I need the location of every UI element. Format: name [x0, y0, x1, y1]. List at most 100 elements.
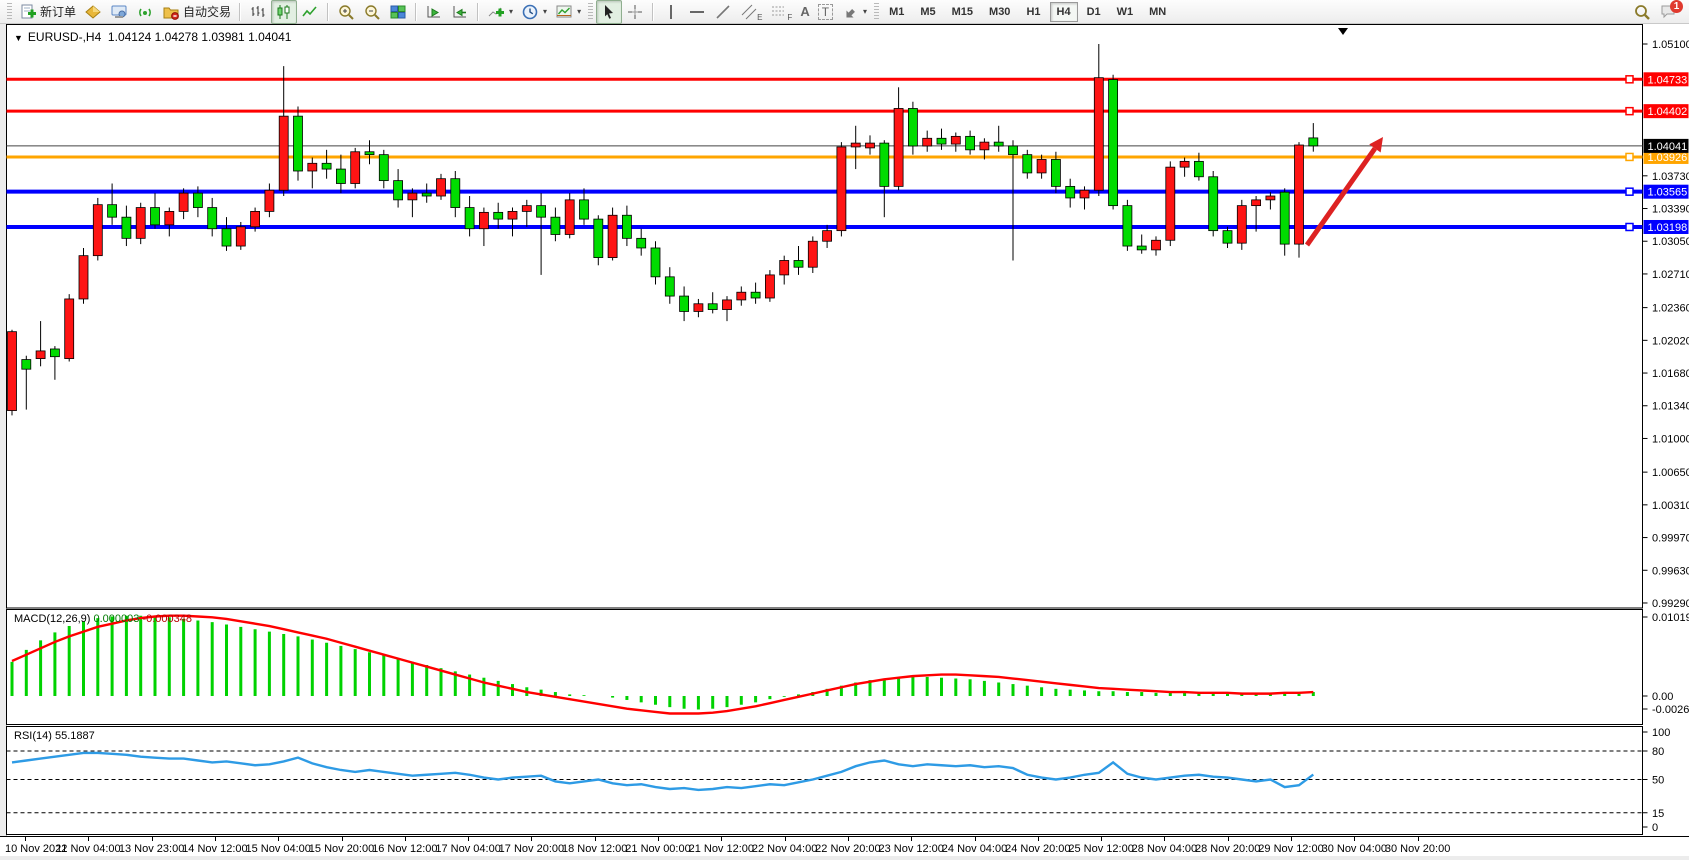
level-price-badge-label: 1.03926	[1648, 152, 1688, 164]
indicators-button[interactable]: ▾	[483, 0, 517, 24]
trendline-icon	[714, 3, 732, 21]
auto-scroll-button[interactable]	[447, 0, 473, 24]
time-label: 11 Nov 04:00	[56, 843, 121, 855]
bar-chart-button[interactable]	[245, 0, 271, 24]
level-line-handle[interactable]	[1626, 153, 1633, 160]
profiles-button[interactable]	[80, 0, 106, 24]
chart-title: ▼ EURUSD-,H4 1.04124 1.04278 1.03981 1.04…	[14, 30, 291, 44]
candle-body	[665, 277, 674, 296]
toolbar: 新订单 自动	[0, 0, 1689, 24]
candle-body	[1266, 196, 1275, 200]
cursor-icon	[600, 3, 618, 21]
candle-body	[179, 193, 188, 211]
new-order-button[interactable]: 新订单	[15, 0, 80, 24]
zoom-out-button[interactable]	[359, 0, 385, 24]
toolbar-grip[interactable]	[7, 3, 12, 21]
macd-panel[interactable]: 0.0101910.00-0.002642	[0, 609, 1689, 726]
rsi-panel[interactable]: 1008050150	[0, 726, 1689, 836]
candle-body	[1023, 155, 1032, 173]
candle-body	[1295, 145, 1304, 244]
level-line-handle[interactable]	[1626, 188, 1633, 195]
candle-body	[637, 238, 646, 248]
candlestick-chart-button[interactable]	[271, 0, 297, 24]
tile-windows-button[interactable]	[385, 0, 411, 24]
notifications-button[interactable]: 1	[1659, 2, 1679, 22]
time-tick	[278, 837, 279, 841]
tile-windows-icon	[389, 3, 407, 21]
candle-body	[1152, 240, 1161, 250]
candle-body	[1252, 200, 1261, 206]
channel-tool-button[interactable]: E	[736, 0, 766, 24]
chevron-down-icon: ▾	[509, 7, 513, 16]
signals-icon	[136, 3, 154, 21]
tf-button-H1[interactable]: H1	[1019, 2, 1047, 22]
candle-body	[680, 296, 689, 311]
time-label: 23 Nov 12:00	[878, 843, 943, 855]
candle-body	[22, 360, 31, 370]
level-line-handle[interactable]	[1626, 76, 1633, 83]
tf-button-D1[interactable]: D1	[1080, 2, 1108, 22]
candle-body	[551, 217, 560, 234]
tf-button-M30[interactable]: M30	[982, 2, 1017, 22]
candle-body	[294, 116, 303, 171]
crosshair-tool-button[interactable]	[622, 0, 648, 24]
arrows-tool-button[interactable]: ▾	[837, 0, 871, 24]
tf-button-M5[interactable]: M5	[913, 2, 942, 22]
trendline-tool-button[interactable]	[710, 0, 736, 24]
tf-button-MN[interactable]: MN	[1142, 2, 1173, 22]
price-tick-label: 1.03730	[1652, 171, 1689, 183]
line-chart-button[interactable]	[297, 0, 323, 24]
toolbar-grip[interactable]	[588, 3, 593, 21]
label-tool-button[interactable]: T	[814, 0, 837, 24]
price-chart-panel[interactable]: 1.051001.037301.033901.030501.027101.023…	[0, 24, 1689, 609]
periods-button[interactable]: ▾	[517, 0, 551, 24]
time-tick	[88, 837, 89, 841]
candle-body	[1180, 161, 1189, 167]
text-tool-button[interactable]: A	[796, 0, 813, 24]
time-label: 25 Nov 12:00	[1068, 843, 1133, 855]
level-line-handle[interactable]	[1626, 108, 1633, 115]
candle-body	[594, 219, 603, 257]
price-tick-label: 1.03390	[1652, 204, 1689, 216]
scroll-to-end-icon	[425, 3, 443, 21]
level-line-handle[interactable]	[1626, 223, 1633, 230]
candle-body	[208, 208, 217, 229]
signals-button[interactable]	[132, 0, 158, 24]
fibonacci-tool-button[interactable]: F	[766, 0, 796, 24]
horizontal-line-tool-button[interactable]	[684, 0, 710, 24]
candle-body	[694, 304, 703, 312]
tf-button-W1[interactable]: W1	[1110, 2, 1141, 22]
candle-body	[394, 181, 403, 200]
time-label: 22 Nov 20:00	[815, 843, 880, 855]
price-tick-label: 1.02360	[1652, 303, 1689, 315]
chart-title-text: EURUSD-,H4 1.04124 1.04278 1.03981 1.040…	[28, 30, 292, 44]
candle-body	[851, 143, 860, 147]
tf-button-M1[interactable]: M1	[882, 2, 911, 22]
templates-button[interactable]: ▾	[551, 0, 585, 24]
tf-button-M15[interactable]: M15	[945, 2, 980, 22]
toolbar-grip[interactable]	[874, 3, 879, 21]
candle-body	[336, 169, 345, 183]
candle-body	[465, 208, 474, 229]
auto-trading-button[interactable]: 自动交易	[158, 0, 235, 24]
candle-body	[136, 208, 145, 239]
rsi-scale-label: 80	[1652, 746, 1664, 758]
candle-body	[608, 215, 617, 257]
search-icon[interactable]	[1633, 3, 1651, 21]
candle-body	[1309, 138, 1318, 146]
time-tick	[25, 837, 26, 841]
candle-body	[251, 211, 260, 226]
candle-body	[1109, 80, 1118, 206]
vertical-line-tool-button[interactable]	[658, 0, 684, 24]
cursor-tool-button[interactable]	[596, 0, 622, 24]
time-tick	[1164, 837, 1165, 841]
candle-body	[980, 142, 989, 150]
candle-body	[236, 227, 245, 246]
chevron-down-icon: ▾	[543, 7, 547, 16]
symbol-dropdown-icon[interactable]: ▼	[14, 33, 23, 43]
market-watch-button[interactable]	[106, 0, 132, 24]
candle-body	[508, 211, 517, 219]
zoom-in-button[interactable]	[333, 0, 359, 24]
scroll-to-end-button[interactable]	[421, 0, 447, 24]
tf-button-H4[interactable]: H4	[1050, 2, 1078, 22]
